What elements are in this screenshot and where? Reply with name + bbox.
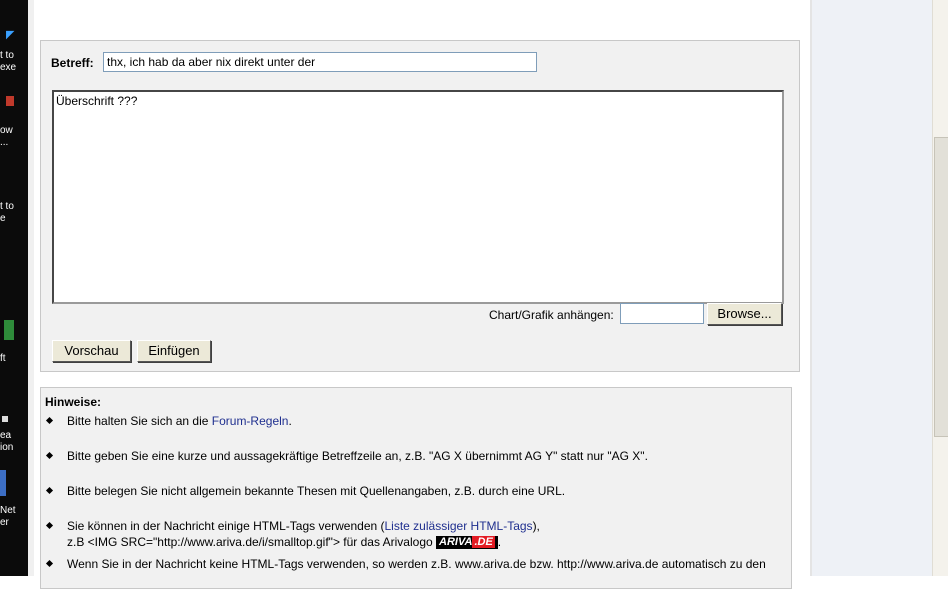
desktop-label: ea [0,430,12,441]
hint-text: Bitte halten Sie sich an die [67,414,212,428]
vertical-scrollbar[interactable] [932,0,948,576]
desktop-label: Net [0,505,16,516]
hints-title: Hinweise: [45,395,102,409]
hint-text: Bitte geben Sie eine kurze und aussagekr… [67,449,648,463]
logo-text: ARIVA [439,536,473,549]
desktop-shortcut-icon[interactable] [0,470,6,496]
desktop-label: e [0,213,6,224]
bullet-icon [45,486,54,495]
desktop-label: er [0,517,9,528]
hints-panel: Hinweise: Bitte halten Sie sich an die F… [40,387,792,589]
hint-text: Wenn Sie in der Nachricht keine HTML-Tag… [67,557,766,571]
desktop-strip: ◤ t to exe ow ... t to e ft ea ion Net e… [0,0,28,576]
desktop-label: ow [0,125,13,136]
hint-text: z.B <IMG SRC="http://www.ariva.de/i/smal… [67,535,433,549]
browser-page: Betreff: thx, ich hab da aber nix direkt… [28,0,932,589]
attach-file-input[interactable] [620,303,704,324]
ariva-logo: ARIVA .DE [436,536,498,550]
forum-rules-link[interactable]: Forum-Regeln [212,414,289,428]
page-right-margin [812,0,932,576]
subject-label: Betreff: [51,56,94,70]
browse-button[interactable]: Browse... [707,303,782,325]
subject-input[interactable]: thx, ich hab da aber nix direkt unter de… [103,52,537,72]
html-tags-link[interactable]: Liste zulässiger HTML-Tags [385,519,533,533]
desktop-shortcut-icon[interactable]: ◤ [6,28,16,41]
desktop-label: t to [0,50,14,61]
desktop-label: ft [0,353,6,364]
desktop-shortcut-icon[interactable] [4,320,14,340]
hint-text: . [497,535,502,549]
desktop-label: ... [0,137,9,148]
desktop-label: exe [0,62,17,73]
desktop-label: ion [0,442,14,453]
hint-text: . [288,414,292,428]
preview-button[interactable]: Vorschau [52,340,131,362]
bullet-icon [45,559,54,568]
post-form: Betreff: thx, ich hab da aber nix direkt… [40,40,800,372]
bullet-icon [45,521,54,530]
logo-text: .DE [472,536,495,549]
hint-text: ), [532,519,540,533]
desktop-shortcut-icon[interactable] [6,96,14,106]
bullet-icon [45,416,54,425]
page-margin [28,0,34,576]
hint-text: Bitte belegen Sie nicht allgemein bekann… [67,484,566,498]
hint-text: Sie können in der Nachricht einige HTML-… [67,519,385,533]
desktop-label: t to [0,201,14,212]
message-textarea[interactable]: Überschrift ??? [52,90,784,304]
bullet-icon [45,451,54,460]
scrollbar-thumb[interactable] [934,137,948,437]
attach-chart-label: Chart/Grafik anhängen: [489,308,614,322]
insert-button[interactable]: Einfügen [137,340,211,362]
desktop-shortcut-icon[interactable] [2,416,8,422]
